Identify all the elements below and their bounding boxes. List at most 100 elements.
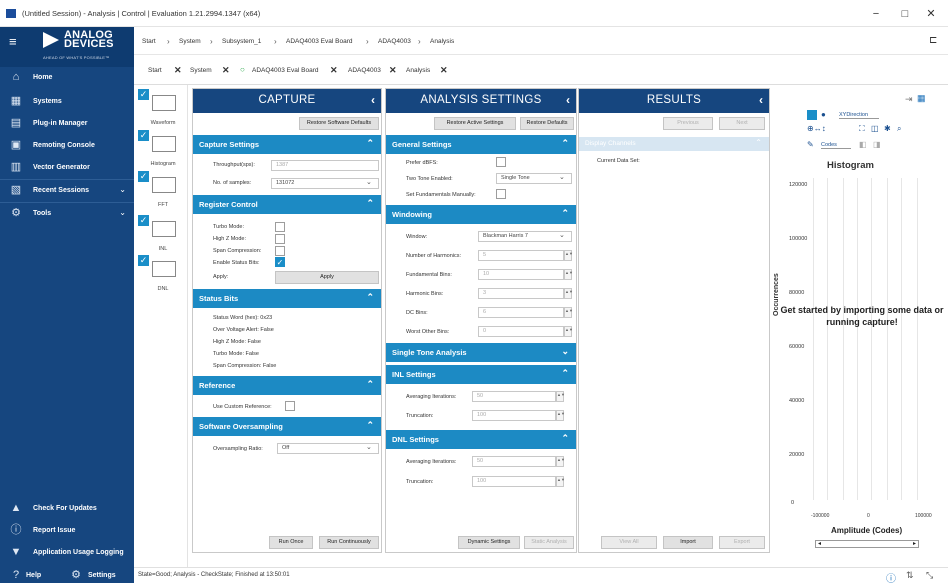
harmonic-bins-input[interactable]: 3: [478, 288, 564, 299]
breadcrumb-device[interactable]: ADAQ4003: [378, 38, 411, 45]
enable-status-bits-checkbox[interactable]: ✓: [275, 257, 285, 267]
status-bits-section[interactable]: Status Bits ⌃: [193, 289, 381, 308]
dc-bins-input[interactable]: 6: [478, 307, 564, 318]
zoom-region-icon[interactable]: ◫: [871, 124, 879, 133]
sidebar-item-home[interactable]: ⌂ Home: [0, 67, 134, 89]
pencil-icon[interactable]: ✎: [807, 140, 814, 149]
close-tab-icon[interactable]: ✕: [389, 65, 397, 76]
import-button[interactable]: Import: [663, 536, 713, 549]
xy-direction-dropdown[interactable]: XYDirection: [839, 112, 879, 119]
tab-device[interactable]: ADAQ4003: [348, 67, 381, 74]
select-tool-icon[interactable]: [807, 110, 817, 120]
close-tab-icon[interactable]: ✕: [222, 65, 230, 76]
checkbox-checked-icon[interactable]: ✓: [138, 130, 149, 141]
collapse-chevron-icon[interactable]: ‹: [566, 93, 570, 107]
sidebar-item-recent-sessions[interactable]: ▧ Recent Sessions ⌄: [0, 180, 134, 202]
export-button[interactable]: Export: [719, 536, 765, 549]
previous-button[interactable]: Previous: [663, 117, 713, 130]
sidebar-item-remoting-console[interactable]: ▣ Remoting Console: [0, 135, 134, 157]
close-button[interactable]: ✕: [921, 6, 941, 22]
next-button[interactable]: Next: [719, 117, 765, 130]
dnl-truncation-input[interactable]: 100: [472, 476, 556, 487]
hamburger-menu-icon[interactable]: ≡: [9, 34, 17, 49]
sidebar-item-systems[interactable]: ▦ Systems: [0, 91, 134, 113]
sidebar-item-help[interactable]: ? Help: [0, 565, 60, 583]
dnl-averaging-input[interactable]: 50: [472, 456, 556, 467]
sidebar-item-usage-logging[interactable]: ▼ Application Usage Logging: [0, 542, 134, 564]
span-compression-checkbox[interactable]: [275, 246, 285, 256]
spinner-arrows-icon[interactable]: ▲▼: [556, 476, 565, 487]
checkbox-checked-icon[interactable]: ✓: [138, 171, 149, 182]
apply-button[interactable]: Apply: [275, 271, 379, 284]
plugin-fft[interactable]: ✓ FFT: [138, 171, 184, 215]
scroll-left-icon[interactable]: ◂: [818, 540, 821, 547]
high-z-mode-checkbox[interactable]: [275, 234, 285, 244]
view-all-button[interactable]: View All: [601, 536, 657, 549]
plugin-waveform[interactable]: ✓ Waveform: [138, 89, 184, 133]
plugin-dnl[interactable]: ✓ DNL: [138, 255, 184, 299]
sidebar-item-plugin-manager[interactable]: ▤ Plug-in Manager: [0, 113, 134, 135]
sidebar-item-report-issue[interactable]: ⓘ Report Issue: [0, 520, 134, 542]
harmonics-input[interactable]: 5: [478, 250, 564, 261]
close-tab-icon[interactable]: ✕: [330, 65, 338, 76]
dynamic-settings-button[interactable]: Dynamic Settings: [458, 536, 520, 549]
tab-eval-board[interactable]: ADAQ4003 Eval Board: [252, 67, 318, 74]
windowing-section[interactable]: Windowing ⌃: [386, 205, 576, 224]
tab-analysis[interactable]: Analysis: [406, 67, 430, 74]
run-continuously-button[interactable]: Run Continuously: [319, 536, 379, 549]
zoom-fit-icon[interactable]: ⛶: [859, 124, 865, 134]
sidebar-item-check-updates[interactable]: ▲ Check For Updates: [0, 498, 134, 520]
prefer-dbfs-checkbox[interactable]: [496, 157, 506, 167]
scroll-right-icon[interactable]: ▸: [913, 540, 916, 547]
spinner-arrows-icon[interactable]: ▲▼: [564, 288, 573, 299]
magnifier-icon[interactable]: ⌕: [897, 124, 901, 134]
spinner-arrows-icon[interactable]: ▲▼: [556, 456, 565, 467]
pin-icon[interactable]: ⇥: [905, 94, 913, 105]
info-status-icon[interactable]: ⓘ: [886, 570, 896, 583]
checkbox-checked-icon[interactable]: ✓: [138, 89, 149, 100]
resize-icon[interactable]: ⤡: [926, 570, 933, 581]
crosshair-icon[interactable]: ✱: [884, 124, 891, 133]
restore-defaults-button[interactable]: Restore Defaults: [520, 117, 574, 130]
single-tone-analysis-section[interactable]: Single Tone Analysis ⌄: [386, 343, 576, 362]
fundamental-bins-input[interactable]: 10: [478, 269, 564, 280]
window-dropdown[interactable]: Blackman Harris 7: [478, 231, 572, 242]
panel-toggle-icon[interactable]: ⊏: [929, 35, 937, 46]
breadcrumb-system[interactable]: System: [179, 38, 201, 45]
oversampling-ratio-dropdown[interactable]: Off: [277, 443, 379, 454]
minimize-button[interactable]: −: [866, 6, 886, 22]
static-analysis-button[interactable]: Static Analysis: [524, 536, 574, 549]
drop-icon[interactable]: ●: [821, 110, 826, 119]
close-tab-icon[interactable]: ✕: [174, 65, 182, 76]
custom-reference-checkbox[interactable]: [285, 401, 295, 411]
spinner-arrows-icon[interactable]: ▲▼: [564, 269, 573, 280]
export-image-icon[interactable]: ◧: [859, 140, 867, 149]
spinner-arrows-icon[interactable]: ▲▼: [564, 250, 573, 261]
samples-dropdown[interactable]: 131072: [271, 178, 379, 189]
collapse-chevron-icon[interactable]: ‹: [371, 93, 375, 107]
breadcrumb-subsystem[interactable]: Subsystem_1: [222, 38, 261, 45]
sidebar-item-settings[interactable]: ⚙ Settings: [60, 565, 134, 583]
inl-truncation-input[interactable]: 100: [472, 410, 556, 421]
move-icon[interactable]: ⊕↔↕: [807, 124, 826, 133]
inl-settings-section[interactable]: INL Settings ⌃: [386, 365, 576, 384]
worst-other-bins-input[interactable]: 0: [478, 326, 564, 337]
grid-view-icon[interactable]: ▦: [917, 93, 926, 104]
restore-software-defaults-button[interactable]: Restore Software Defaults: [299, 117, 379, 130]
dnl-settings-section[interactable]: DNL Settings ⌃: [386, 430, 576, 449]
throughput-input[interactable]: 1387: [271, 160, 379, 171]
capture-settings-section[interactable]: Capture Settings ⌃: [193, 135, 381, 154]
close-tab-icon[interactable]: ✕: [440, 65, 448, 76]
sidebar-item-tools[interactable]: ⚙ Tools ⌄: [0, 203, 134, 225]
reference-section[interactable]: Reference ⌃: [193, 376, 381, 395]
spinner-arrows-icon[interactable]: ▲▼: [564, 326, 573, 337]
checkbox-checked-icon[interactable]: ✓: [138, 255, 149, 266]
sidebar-item-vector-generator[interactable]: ▥ Vector Generator: [0, 157, 134, 179]
tab-start[interactable]: Start: [148, 67, 162, 74]
collapse-chevron-icon[interactable]: ‹: [759, 93, 763, 107]
turbo-mode-checkbox[interactable]: [275, 222, 285, 232]
tab-system[interactable]: System: [190, 67, 212, 74]
software-oversampling-section[interactable]: Software Oversampling ⌃: [193, 417, 381, 436]
spinner-arrows-icon[interactable]: ▲▼: [556, 410, 565, 421]
spinner-arrows-icon[interactable]: ▲▼: [564, 307, 573, 318]
